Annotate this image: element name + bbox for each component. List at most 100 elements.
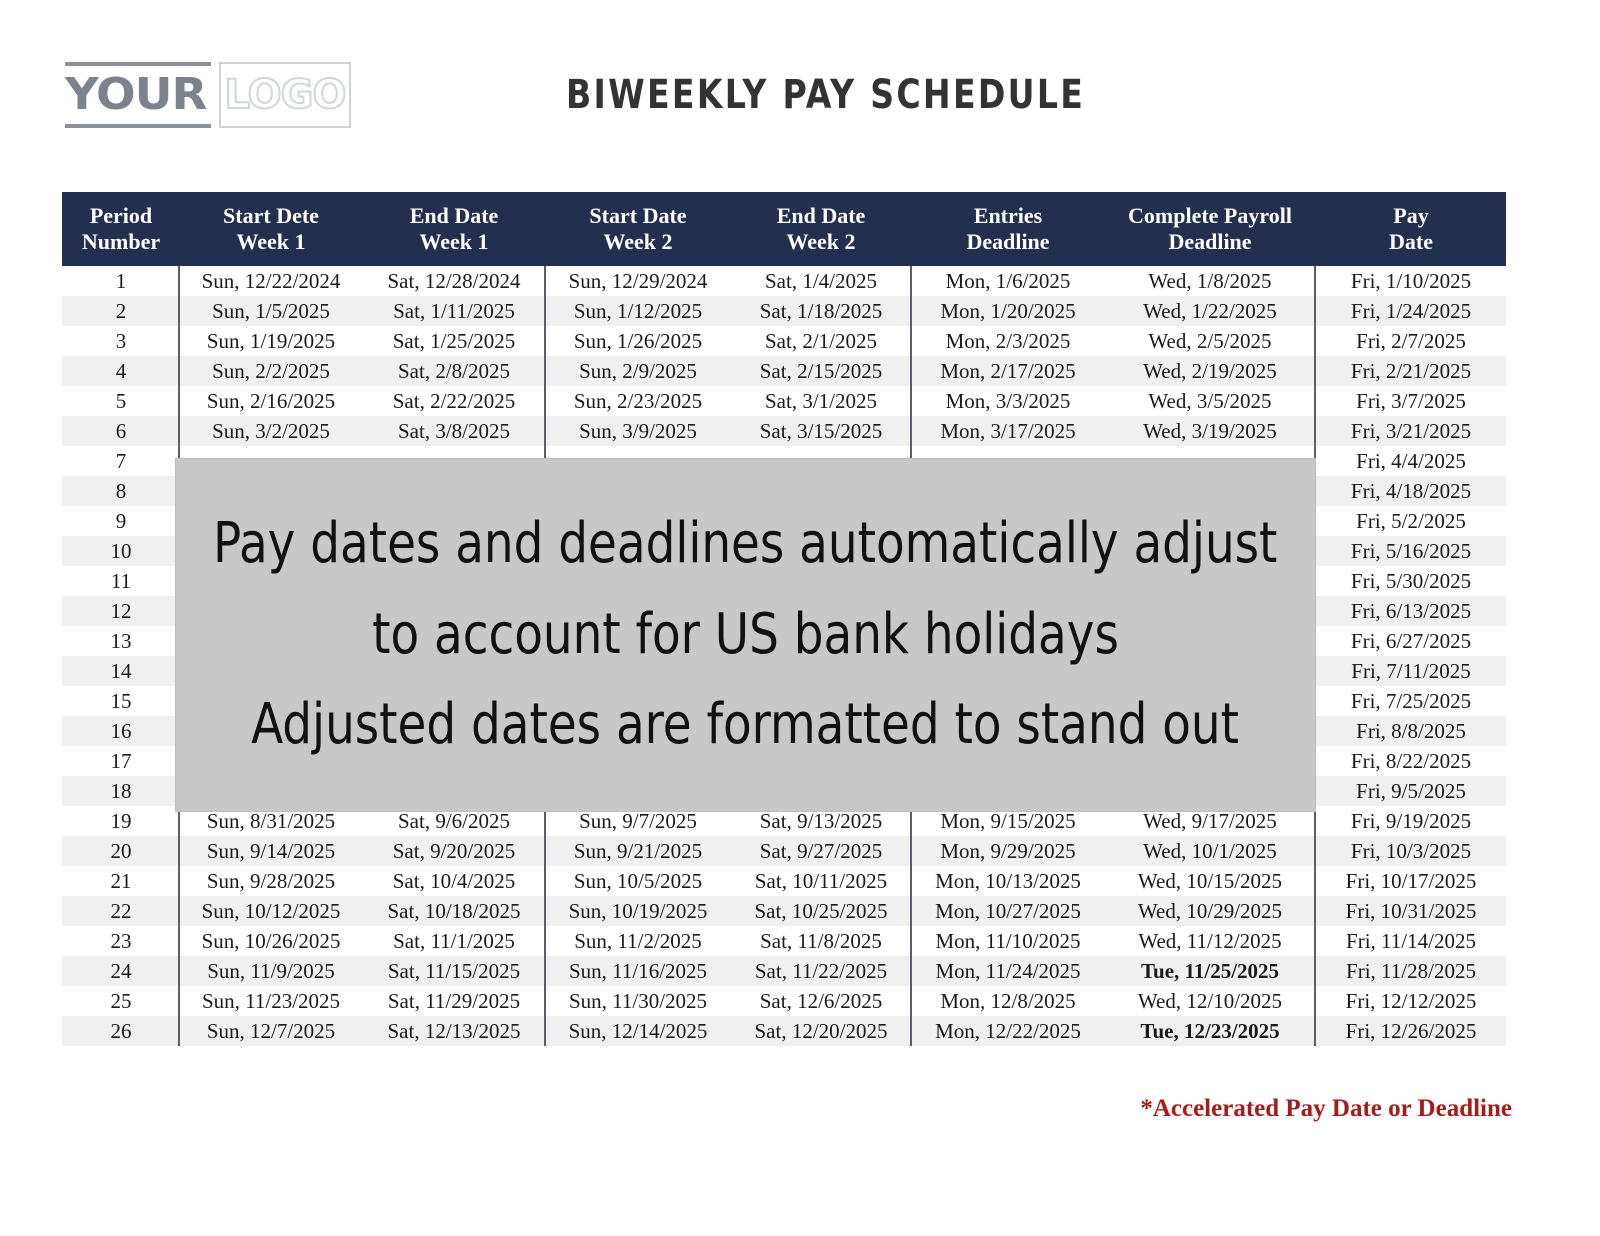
- table-row: 6 Sun, 3/2/2025 Sat, 3/8/2025 Sun, 3/9/2025…: [62, 416, 1506, 447]
- cell-payroll_deadline: Wed, 1/22/2025: [1104, 296, 1316, 327]
- logo-logo-box: LOGO: [219, 62, 351, 128]
- cell-payroll_deadline: Wed, 10/1/2025: [1104, 836, 1316, 867]
- table-row: 20 Sun, 9/14/2025 Sat, 9/20/2025 Sun, 9/21/…: [62, 836, 1506, 867]
- cell-period: 20: [62, 836, 180, 867]
- cell-end_w2: Sat, 2/15/2025: [730, 356, 912, 387]
- cell-payroll_deadline: Wed, 3/5/2025: [1104, 386, 1316, 417]
- cell-start_w2: Sun, 12/29/2024: [546, 266, 730, 297]
- logo-rule-bottom-icon: [65, 124, 211, 128]
- cell-end_w2: Sat, 3/15/2025: [730, 416, 912, 447]
- cell-payroll_deadline: Tue, 12/23/2025: [1104, 1016, 1316, 1047]
- cell-pay_date: Fri, 12/12/2025: [1316, 986, 1506, 1017]
- cell-start_w1: Sun, 11/9/2025: [180, 956, 362, 987]
- cell-end_w2: Sat, 12/20/2025: [730, 1016, 912, 1047]
- column-header: Start Date Week 2: [546, 192, 730, 267]
- cell-pay_date: Fri, 1/24/2025: [1316, 296, 1506, 327]
- column-header-line1: End Date: [409, 203, 499, 228]
- cell-end_w1: Sat, 10/18/2025: [362, 896, 546, 927]
- table-row: 3 Sun, 1/19/2025 Sat, 1/25/2025 Sun, 1/26/2…: [62, 326, 1506, 357]
- cell-pay_date: Fri, 10/3/2025: [1316, 836, 1506, 867]
- column-header-line1: Entries: [973, 203, 1043, 228]
- overlay-line: to account for US bank holidays: [372, 601, 1119, 667]
- cell-end_w1: Sat, 1/11/2025: [362, 296, 546, 327]
- cell-payroll_deadline: Wed, 11/12/2025: [1104, 926, 1316, 957]
- cell-pay_date: Fri, 7/25/2025: [1316, 686, 1506, 717]
- cell-period: 19: [62, 806, 180, 837]
- cell-start_w1: Sun, 9/28/2025: [180, 866, 362, 897]
- column-header-line2: Date: [1389, 228, 1433, 254]
- cell-period: 22: [62, 896, 180, 927]
- logo-your-text: YOUR: [65, 69, 207, 120]
- cell-pay_date: Fri, 11/28/2025: [1316, 956, 1506, 987]
- table-row: 22 Sun, 10/12/2025 Sat, 10/18/2025 Sun, 10/…: [62, 896, 1506, 927]
- column-header-line1: Complete Payroll: [1128, 203, 1292, 228]
- cell-pay_date: Fri, 2/21/2025: [1316, 356, 1506, 387]
- logo: YOUR LOGO: [63, 62, 353, 128]
- cell-pay_date: Fri, 8/22/2025: [1316, 746, 1506, 777]
- column-header: Start Dete Week 1: [180, 192, 362, 267]
- column-header: Period Number: [62, 192, 180, 267]
- cell-entries_deadline: Mon, 9/29/2025: [912, 836, 1104, 867]
- cell-payroll_deadline: Tue, 11/25/2025: [1104, 956, 1316, 987]
- cell-pay_date: Fri, 2/7/2025: [1316, 326, 1506, 357]
- cell-end_w1: Sat, 1/25/2025: [362, 326, 546, 357]
- cell-start_w1: Sun, 1/19/2025: [180, 326, 362, 357]
- cell-start_w2: Sun, 1/26/2025: [546, 326, 730, 357]
- cell-entries_deadline: Mon, 2/17/2025: [912, 356, 1104, 387]
- column-header-line1: Pay: [1393, 203, 1429, 228]
- cell-payroll_deadline: Wed, 1/8/2025: [1104, 266, 1316, 297]
- column-header-line2: Number: [81, 228, 161, 254]
- cell-period: 7: [62, 446, 180, 477]
- cell-start_w1: Sun, 1/5/2025: [180, 296, 362, 327]
- cell-period: 9: [62, 506, 180, 537]
- cell-period: 23: [62, 926, 180, 957]
- cell-end_w1: Sat, 11/1/2025: [362, 926, 546, 957]
- cell-payroll_deadline: Wed, 2/5/2025: [1104, 326, 1316, 357]
- cell-period: 11: [62, 566, 180, 597]
- cell-period: 21: [62, 866, 180, 897]
- page-title: BIWEEKLY PAY SCHEDULE: [566, 72, 1086, 118]
- page-header: YOUR LOGO BIWEEKLY PAY SCHEDULE: [0, 0, 1600, 185]
- cell-period: 8: [62, 476, 180, 507]
- cell-end_w2: Sat, 2/1/2025: [730, 326, 912, 357]
- cell-period: 1: [62, 266, 180, 297]
- cell-start_w2: Sun, 3/9/2025: [546, 416, 730, 447]
- cell-start_w2: Sun, 12/14/2025: [546, 1016, 730, 1047]
- cell-start_w2: Sun, 11/2/2025: [546, 926, 730, 957]
- cell-entries_deadline: Mon, 2/3/2025: [912, 326, 1104, 357]
- table-row: 21 Sun, 9/28/2025 Sat, 10/4/2025 Sun, 10/5/…: [62, 866, 1506, 897]
- table-row: 23 Sun, 10/26/2025 Sat, 11/1/2025 Sun, 11/2…: [62, 926, 1506, 957]
- cell-payroll_deadline: Wed, 2/19/2025: [1104, 356, 1316, 387]
- cell-start_w1: Sun, 2/16/2025: [180, 386, 362, 417]
- table-row: 5 Sun, 2/16/2025 Sat, 2/22/2025 Sun, 2/23/2…: [62, 386, 1506, 417]
- cell-end_w2: Sat, 11/22/2025: [730, 956, 912, 987]
- column-header: Complete Payroll Deadline: [1104, 192, 1316, 267]
- cell-end_w1: Sat, 2/8/2025: [362, 356, 546, 387]
- table-row: 26 Sun, 12/7/2025 Sat, 12/13/2025 Sun, 12/1…: [62, 1016, 1506, 1047]
- logo-rule-top-icon: [65, 62, 211, 66]
- cell-entries_deadline: Mon, 11/10/2025: [912, 926, 1104, 957]
- overlay-line: Adjusted dates are formatted to stand ou…: [251, 692, 1240, 758]
- cell-start_w2: Sun, 10/19/2025: [546, 896, 730, 927]
- cell-period: 6: [62, 416, 180, 447]
- cell-period: 18: [62, 776, 180, 807]
- cell-start_w2: Sun, 2/23/2025: [546, 386, 730, 417]
- cell-pay_date: Fri, 1/10/2025: [1316, 266, 1506, 297]
- table-row: 2 Sun, 1/5/2025 Sat, 1/11/2025 Sun, 1/12/20…: [62, 296, 1506, 327]
- cell-pay_date: Fri, 6/27/2025: [1316, 626, 1506, 657]
- cell-pay_date: Fri, 11/14/2025: [1316, 926, 1506, 957]
- cell-pay_date: Fri, 3/21/2025: [1316, 416, 1506, 447]
- cell-payroll_deadline: Wed, 12/10/2025: [1104, 986, 1316, 1017]
- logo-your-block: YOUR: [63, 62, 211, 128]
- cell-pay_date: Fri, 10/31/2025: [1316, 896, 1506, 927]
- cell-pay_date: Fri, 6/13/2025: [1316, 596, 1506, 627]
- cell-pay_date: Fri, 8/8/2025: [1316, 716, 1506, 747]
- overlay-line: Pay dates and deadlines automatically ad…: [213, 510, 1278, 576]
- table-header-row: Period Number Start Dete Week 1 End Date Week…: [62, 192, 1506, 267]
- cell-period: 13: [62, 626, 180, 657]
- column-header-line2: Week 1: [236, 228, 306, 254]
- cell-period: 15: [62, 686, 180, 717]
- cell-pay_date: Fri, 5/16/2025: [1316, 536, 1506, 567]
- logo-logo-text: LOGO: [224, 72, 348, 118]
- cell-period: 25: [62, 986, 180, 1017]
